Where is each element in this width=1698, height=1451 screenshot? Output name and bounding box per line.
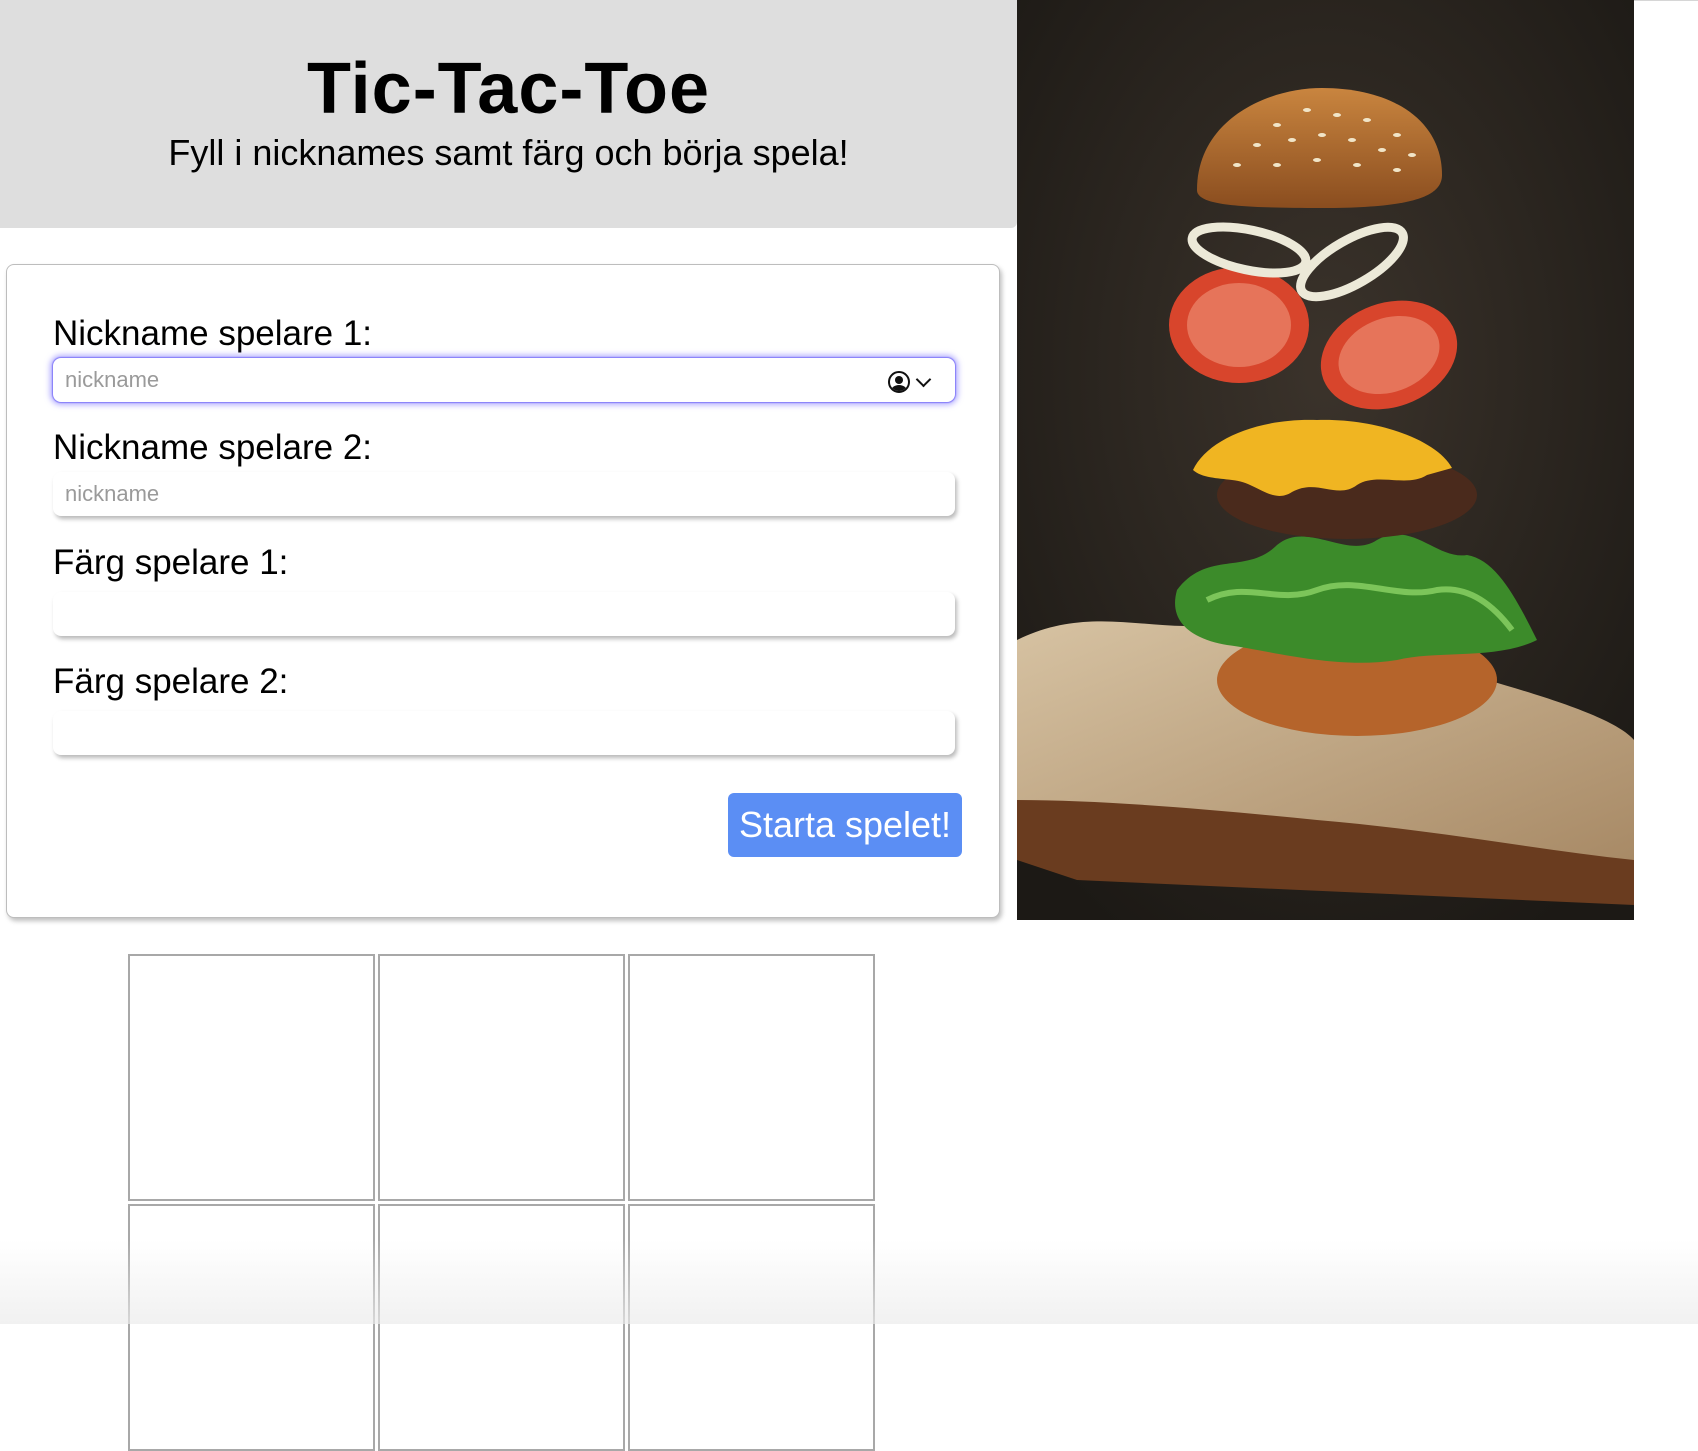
autofill-contacts-button[interactable] <box>888 369 948 395</box>
player1-color-label: Färg spelare 1: <box>53 543 289 582</box>
player1-nickname-input[interactable] <box>53 358 955 402</box>
player1-nickname-label: Nickname spelare 1: <box>53 314 373 353</box>
board-cell[interactable] <box>378 1204 625 1451</box>
page-title: Tic-Tac-Toe <box>306 49 711 129</box>
game-board <box>128 954 878 1451</box>
page-subtitle: Fyll i nicknames samt färg och börja spe… <box>168 132 849 173</box>
board-cell[interactable] <box>628 1204 875 1451</box>
chevron-down-icon <box>915 371 932 387</box>
player2-nickname-input[interactable] <box>53 472 955 516</box>
board-cell[interactable] <box>628 954 875 1201</box>
board-cell[interactable] <box>378 954 625 1201</box>
player2-color-input[interactable] <box>53 711 955 755</box>
board-cell[interactable] <box>128 954 375 1201</box>
burger-image <box>1017 0 1634 920</box>
board-cell[interactable] <box>128 1204 375 1451</box>
player2-nickname-label: Nickname spelare 2: <box>53 428 373 467</box>
player1-color-input[interactable] <box>53 592 955 636</box>
page-header: Tic-Tac-Toe Fyll i nicknames samt färg o… <box>0 0 1017 228</box>
person-circle-icon <box>888 371 910 393</box>
start-game-button[interactable]: Starta spelet! <box>728 793 962 857</box>
player2-color-label: Färg spelare 2: <box>53 662 289 701</box>
